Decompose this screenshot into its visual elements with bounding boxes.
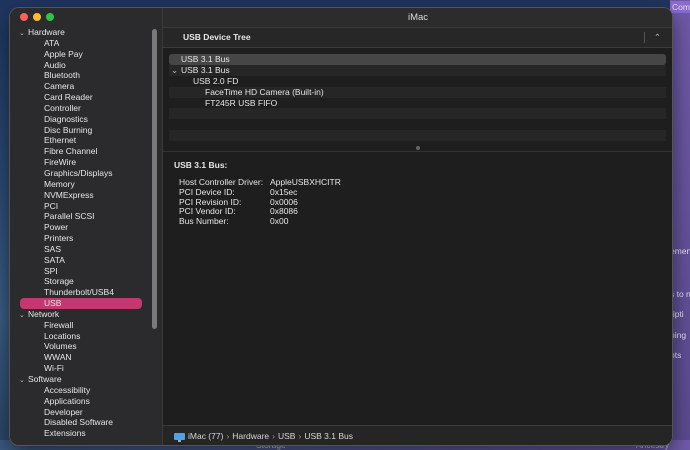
background-text: ripti <box>670 309 684 319</box>
sidebar-item-wwan[interactable]: WWAN <box>10 352 152 363</box>
sidebar-item-sata[interactable]: SATA <box>10 255 152 266</box>
window-controls <box>20 13 54 21</box>
sidebar-item-parallel-scsi[interactable]: Parallel SCSI <box>10 211 152 222</box>
sidebar-item-accessibility[interactable]: Accessibility <box>10 385 152 396</box>
breadcrumb-item[interactable]: USB 3.1 Bus <box>304 431 353 441</box>
sidebar-item-nvmexpress[interactable]: NVMExpress <box>10 190 152 201</box>
sidebar-item-disc-burning[interactable]: Disc Burning <box>10 125 152 136</box>
tree-row-empty <box>169 108 666 120</box>
sidebar-item-ethernet[interactable]: Ethernet <box>10 135 152 146</box>
sidebar-section-label: Hardware <box>28 27 65 37</box>
background-text: ping <box>670 330 687 340</box>
path-bar: iMac (77) › Hardware › USB › USB 3.1 Bus <box>163 425 672 445</box>
sidebar-item-volumes[interactable]: Volumes <box>10 341 152 352</box>
tree-row-empty <box>169 119 666 130</box>
background-text: ement <box>670 246 690 256</box>
chevron-down-icon[interactable]: ⌄ <box>171 65 181 76</box>
chevron-up-icon[interactable]: ⌃ <box>654 28 661 47</box>
sidebar-tree: ⌄ Hardware ATA Apple Pay Audio Bluetooth Camer… <box>10 27 152 439</box>
system-information-window: ⌄ Hardware ATA Apple Pay Audio Bluetooth Camer… <box>10 8 672 445</box>
sidebar-item-usb[interactable]: USB <box>20 298 142 309</box>
sidebar: ⌄ Hardware ATA Apple Pay Audio Bluetooth Camer… <box>10 8 162 445</box>
sidebar-item-graphics-displays[interactable]: Graphics/Displays <box>10 168 152 179</box>
sidebar-item-locations[interactable]: Locations <box>10 331 152 342</box>
tree-row-label: USB 3.1 Bus <box>181 54 230 64</box>
property-value: 0x00 <box>270 216 289 227</box>
tree-column-header[interactable]: USB Device Tree ⌃ <box>163 28 672 48</box>
sidebar-item-firewall[interactable]: Firewall <box>10 320 152 331</box>
sidebar-item-spi[interactable]: SPI <box>10 266 152 277</box>
sidebar-item-thunderbolt-usb4[interactable]: Thunderbolt/USB4 <box>10 287 152 298</box>
close-button[interactable] <box>20 13 28 21</box>
sidebar-section-hardware[interactable]: ⌄ Hardware <box>10 27 152 38</box>
tree-column-header-label: USB Device Tree <box>183 32 251 42</box>
tree-row[interactable]: FT245R USB FIFO <box>169 98 666 109</box>
detail-pane: USB 3.1 Bus: Host Controller Driver: Appl… <box>163 151 672 432</box>
sidebar-item-audio[interactable]: Audio <box>10 60 152 71</box>
breadcrumb-item[interactable]: USB <box>278 431 295 441</box>
sidebar-item-card-reader[interactable]: Card Reader <box>10 92 152 103</box>
sidebar-item-applications[interactable]: Applications <box>10 396 152 407</box>
sidebar-item-fibre-channel[interactable]: Fibre Channel <box>10 146 152 157</box>
background-text: s to n <box>670 289 690 299</box>
sidebar-item-memory[interactable]: Memory <box>10 179 152 190</box>
sidebar-item-wi-fi[interactable]: Wi-Fi <box>10 363 152 374</box>
sidebar-section-label: Network <box>28 308 60 319</box>
chevron-right-icon: › <box>272 431 275 441</box>
sidebar-section-label: Software <box>28 374 62 384</box>
detail-title: USB 3.1 Bus: <box>174 160 228 170</box>
sidebar-item-bluetooth[interactable]: Bluetooth <box>10 70 152 81</box>
sidebar-item-ata[interactable]: ATA <box>10 38 152 49</box>
property-value: 0x8086 <box>270 206 298 217</box>
sidebar-item-extensions[interactable]: Extensions <box>10 428 152 439</box>
sidebar-item-power[interactable]: Power <box>10 222 152 233</box>
sidebar-item-camera[interactable]: Camera <box>10 81 152 92</box>
breadcrumb-item[interactable]: Hardware <box>232 431 269 441</box>
property-key: Bus Number: <box>179 216 229 227</box>
sidebar-item-sas[interactable]: SAS <box>10 244 152 255</box>
chevron-right-icon: › <box>226 431 230 441</box>
sidebar-item-controller[interactable]: Controller <box>10 103 152 114</box>
tree-row-label: FT245R USB FIFO <box>205 97 278 108</box>
zoom-button[interactable] <box>46 13 54 21</box>
property-value: AppleUSBXHCITR <box>270 177 341 187</box>
column-divider <box>644 32 645 43</box>
tree-row[interactable]: ⌄ USB 3.1 Bus <box>169 64 666 76</box>
property-value: 0x15ec <box>270 186 298 197</box>
sidebar-scrollbar[interactable] <box>152 29 157 329</box>
sidebar-item-apple-pay[interactable]: Apple Pay <box>10 49 152 60</box>
tree-row-label: USB 3.1 Bus <box>181 64 230 75</box>
sidebar-item-firewire[interactable]: FireWire <box>10 157 152 168</box>
tree-row[interactable]: USB 2.0 FD <box>169 76 666 87</box>
tree-row[interactable]: USB 3.1 Bus <box>169 54 666 65</box>
sidebar-item-printers[interactable]: Printers <box>10 233 152 244</box>
window-title: iMac <box>163 8 672 28</box>
tree-row-empty <box>169 130 666 142</box>
imac-icon <box>174 433 185 442</box>
tree-row-label: USB 2.0 FD <box>193 75 239 86</box>
background-text: Com <box>670 1 690 13</box>
tree-row-label: FaceTime HD Camera (Built-in) <box>205 86 324 97</box>
tree-row[interactable]: FaceTime HD Camera (Built-in) <box>169 86 666 98</box>
sidebar-section-software[interactable]: ⌄ Software <box>10 374 152 385</box>
splitter-handle-icon <box>416 146 420 150</box>
breadcrumb-item[interactable]: iMac (77) <box>188 431 223 441</box>
usb-device-tree: USB 3.1 Bus ⌄ USB 3.1 Bus USB 2.0 FD FaceTim… <box>169 54 666 142</box>
minimize-button[interactable] <box>33 13 41 21</box>
sidebar-item-storage[interactable]: Storage <box>10 276 152 287</box>
sidebar-item-developer[interactable]: Developer <box>10 407 152 418</box>
sidebar-item-diagnostics[interactable]: Diagnostics <box>10 114 152 125</box>
sidebar-item-disabled-software[interactable]: Disabled Software <box>10 417 152 428</box>
sidebar-item-pci[interactable]: PCI <box>10 201 152 212</box>
chevron-right-icon: › <box>298 431 302 441</box>
main-pane: iMac USB Device Tree ⌃ USB 3.1 Bus ⌄ USB 3… <box>162 8 672 445</box>
sidebar-section-network[interactable]: ⌄ Network <box>10 309 152 320</box>
property-row: Bus Number: 0x00 <box>179 216 341 227</box>
detail-properties: Host Controller Driver: AppleUSBXHCITR PCI… <box>179 177 341 227</box>
property-value: 0x0006 <box>270 196 298 207</box>
background-window-right: Com ement s to n ripti ping ots <box>670 0 690 450</box>
